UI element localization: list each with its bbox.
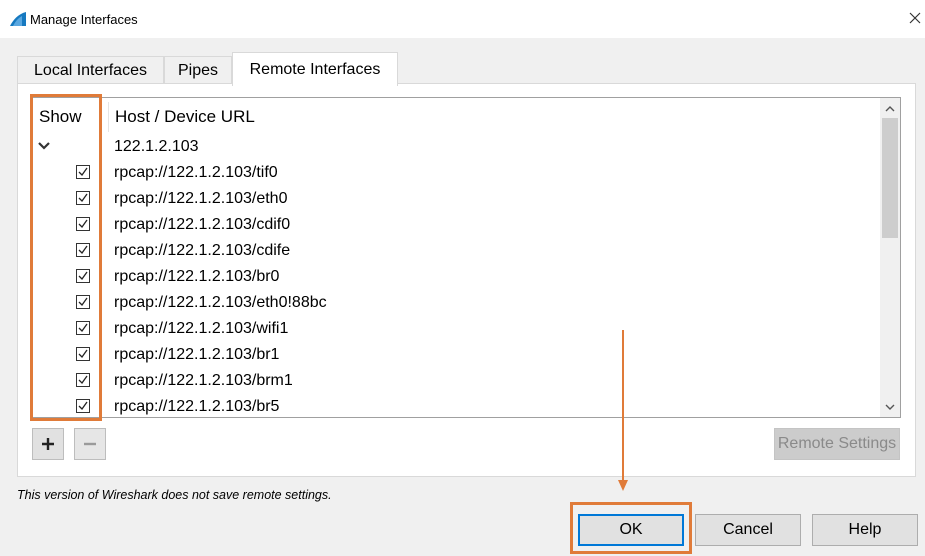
table-row[interactable]: rpcap://122.1.2.103/br5 — [31, 394, 881, 417]
add-interface-button[interactable] — [32, 428, 64, 460]
table-row[interactable]: rpcap://122.1.2.103/br1 — [31, 342, 881, 368]
column-header-host-url[interactable]: Host / Device URL — [115, 98, 255, 136]
tab-local-interfaces[interactable]: Local Interfaces — [17, 56, 164, 85]
host-group-row[interactable]: 122.1.2.103 — [31, 134, 881, 160]
plus-icon — [42, 438, 54, 450]
checkmark-icon — [78, 245, 88, 255]
device-url: rpcap://122.1.2.103/wifi1 — [114, 320, 289, 337]
show-checkbox[interactable] — [76, 373, 90, 387]
table-row[interactable]: rpcap://122.1.2.103/eth0!88bc — [31, 290, 881, 316]
show-checkbox[interactable] — [76, 243, 90, 257]
checkmark-icon — [78, 401, 88, 411]
checkmark-icon — [78, 167, 88, 177]
help-button[interactable]: Help — [812, 514, 918, 546]
device-url: rpcap://122.1.2.103/br0 — [114, 268, 280, 285]
device-url: rpcap://122.1.2.103/eth0 — [114, 190, 288, 207]
table-row[interactable]: rpcap://122.1.2.103/cdif0 — [31, 212, 881, 238]
column-divider — [108, 102, 109, 132]
remote-settings-notice: This version of Wireshark does not save … — [17, 488, 332, 502]
show-checkbox[interactable] — [76, 217, 90, 231]
device-url: rpcap://122.1.2.103/brm1 — [114, 372, 293, 389]
checkmark-icon — [78, 349, 88, 359]
scroll-down-icon[interactable] — [883, 400, 897, 414]
table-row[interactable]: rpcap://122.1.2.103/brm1 — [31, 368, 881, 394]
remote-interfaces-list[interactable]: Show Host / Device URL 122.1.2.103 rpcap… — [30, 97, 901, 418]
chevron-down-icon[interactable] — [37, 140, 51, 152]
table-row[interactable]: rpcap://122.1.2.103/cdife — [31, 238, 881, 264]
minus-icon — [84, 442, 96, 446]
show-checkbox[interactable] — [76, 191, 90, 205]
scrollbar-thumb[interactable] — [882, 118, 898, 238]
vertical-scrollbar[interactable] — [880, 98, 900, 417]
wireshark-fin-icon — [10, 12, 26, 26]
remote-settings-button[interactable]: Remote Settings — [774, 428, 900, 460]
scroll-up-icon[interactable] — [883, 102, 897, 116]
close-icon[interactable] — [906, 9, 924, 27]
show-checkbox[interactable] — [76, 347, 90, 361]
device-url: rpcap://122.1.2.103/cdif0 — [114, 216, 291, 233]
table-row[interactable]: rpcap://122.1.2.103/eth0 — [31, 186, 881, 212]
checkmark-icon — [78, 219, 88, 229]
checkmark-icon — [78, 271, 88, 281]
show-checkbox[interactable] — [76, 269, 90, 283]
checkmark-icon — [78, 193, 88, 203]
cancel-button[interactable]: Cancel — [695, 514, 801, 546]
title-bar: Manage Interfaces — [0, 0, 925, 38]
checkmark-icon — [78, 323, 88, 333]
show-checkbox[interactable] — [76, 321, 90, 335]
device-url: rpcap://122.1.2.103/br5 — [114, 398, 280, 415]
tab-pipes[interactable]: Pipes — [164, 56, 232, 85]
checkmark-icon — [78, 297, 88, 307]
device-url: rpcap://122.1.2.103/tif0 — [114, 164, 278, 181]
device-url: rpcap://122.1.2.103/eth0!88bc — [114, 294, 327, 311]
table-row[interactable]: rpcap://122.1.2.103/wifi1 — [31, 316, 881, 342]
show-checkbox[interactable] — [76, 399, 90, 413]
host-address: 122.1.2.103 — [114, 138, 199, 155]
ok-button[interactable]: OK — [578, 514, 684, 546]
show-checkbox[interactable] — [76, 165, 90, 179]
table-row[interactable]: rpcap://122.1.2.103/tif0 — [31, 160, 881, 186]
table-row[interactable]: rpcap://122.1.2.103/br0 — [31, 264, 881, 290]
device-url: rpcap://122.1.2.103/cdife — [114, 242, 291, 259]
tab-remote-interfaces[interactable]: Remote Interfaces — [232, 52, 398, 86]
remove-interface-button[interactable] — [74, 428, 106, 460]
device-url: rpcap://122.1.2.103/br1 — [114, 346, 280, 363]
checkmark-icon — [78, 375, 88, 385]
window-title: Manage Interfaces — [30, 12, 138, 27]
column-header-show[interactable]: Show — [39, 98, 82, 136]
show-checkbox[interactable] — [76, 295, 90, 309]
